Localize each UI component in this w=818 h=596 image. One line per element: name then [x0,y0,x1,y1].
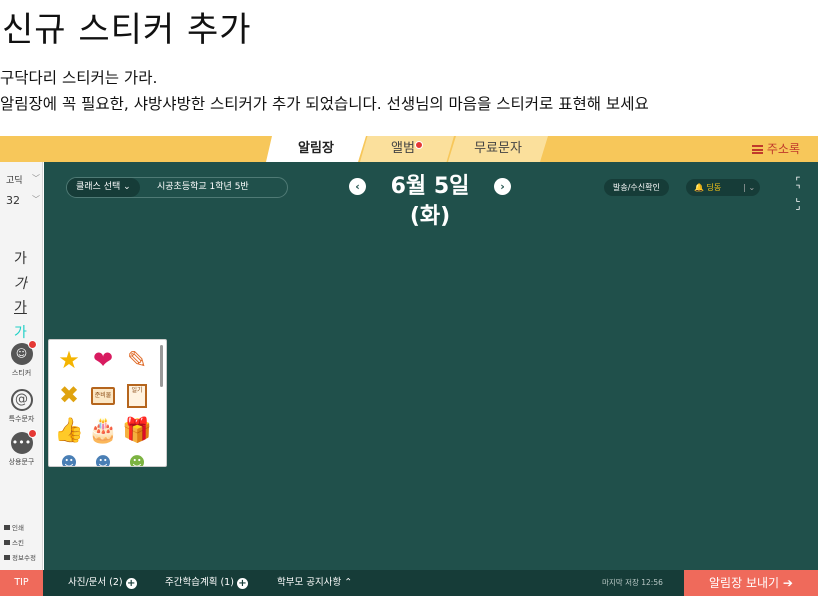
address-book-button[interactable]: 주소록 [751,136,800,162]
photo-doc-button[interactable]: 사진/문서 (2) + [68,570,137,596]
plus-icon: + [236,578,248,589]
info-edit-label: 정보수정 [12,554,36,562]
prev-date-button[interactable]: ‹ [349,178,366,195]
scrollbar[interactable] [160,345,163,387]
left-toolbar: 고딕 ﹀ 32 ﹀ 가 가 가 가 ☺ 스티커 @ 특수문자 ••• 상용문구 … [0,162,43,570]
sticker-label: 스티커 [11,369,32,377]
last-saved-text: 마지막 저장 12:56 [602,578,663,587]
special-char-label: 특수문자 [8,415,35,423]
chevron-down-icon: ﹀ [32,195,40,204]
diary-sticker-text: 일기 [127,384,147,408]
tab-album[interactable]: 앨범 [360,136,454,162]
chevron-right-icon: › [500,180,505,193]
new-badge-icon [27,429,37,438]
style-color-button[interactable]: 가 [14,322,27,342]
image-icon [4,540,10,545]
new-badge-icon [414,141,423,149]
class-select-label: 클래스 선택 [76,182,121,192]
cake-sticker-icon[interactable]: 🎂 [88,415,118,445]
tab-notice-label: 알림장 [298,141,334,156]
tab-free-sms-label: 무료문자 [474,141,522,156]
tip-button[interactable]: TIP [0,570,43,596]
tab-album-label: 앨범 [391,141,415,156]
info-edit-button[interactable]: 정보수정 [4,552,36,562]
info-icon [4,555,10,560]
font-family-value: 고딕 [6,176,23,186]
prep-sticker-icon[interactable]: 준비물 [88,380,118,410]
tab-free-sms[interactable]: 무료문자 [448,136,548,162]
description-line-1: 구닥다리 스티커는 가라. [0,69,158,87]
new-badge-icon [27,340,37,349]
sticker-button[interactable]: ☺ 스티커 [0,340,43,378]
prep-sticker-text: 준비물 [91,387,115,405]
heart-sticker-icon[interactable]: ❤ [88,345,118,375]
weekly-plan-button[interactable]: 주간학습계획 (1) + [165,570,248,596]
next-date-button[interactable]: › [494,178,511,195]
at-sign-icon: @ [10,389,33,411]
style-underline-button[interactable]: 가 [14,297,27,317]
parent-notice-label: 학부모 공지사항 [277,577,342,588]
special-char-button[interactable]: @ 특수문자 [0,389,43,424]
chevron-up-icon: ⌃ [344,577,353,588]
tab-notice[interactable]: 알림장 [266,136,366,162]
character-sticker-icon[interactable]: ☻ [88,448,118,466]
current-date: 6월 5일 (화) [390,174,470,229]
font-size-select[interactable]: 32 ﹀ [6,194,40,207]
arrow-right-icon: ➔ [782,576,793,590]
fullscreen-icon[interactable]: ⌜ ⌝ ⌞ ⌟ [790,176,808,211]
bell-label: 딩동 [706,183,722,192]
chevron-left-icon: ‹ [355,180,360,193]
weekly-plan-label: 주간학습계획 (1) [165,577,234,588]
page-title: 신규 스티커 추가 [2,10,252,50]
pencil-sticker-icon[interactable]: ✎ [122,345,152,375]
photo-doc-label: 사진/문서 (2) [68,577,123,588]
star-sticker-icon[interactable]: ★ [54,345,84,375]
skin-button[interactable]: 스킨 [4,537,24,547]
bottom-bar: TIP 사진/문서 (2) + 주간학습계획 (1) + 학부모 공지사항 ⌃ 마지… [0,570,818,596]
font-size-value: 32 [6,194,20,207]
menu-icon [751,145,763,154]
cross-sticker-icon[interactable]: ✖ [54,380,84,410]
style-regular-button[interactable]: 가 [14,248,27,268]
gift-sticker-icon[interactable]: 🎁 [122,415,152,445]
thumbs-up-sticker-icon[interactable]: 👍 [54,415,84,445]
common-phrase-label: 상용문구 [8,458,35,466]
common-phrase-button[interactable]: ••• 상용문구 [0,429,43,467]
print-button[interactable]: 인쇄 [4,522,24,532]
plus-icon: + [125,578,137,589]
description-line-2: 알림장에 꼭 필요한, 샤방샤방한 스티커가 추가 되었습니다. 선생님의 마음… [0,95,649,113]
sticker-panel: ★ ❤ ✎ ✖ 준비물 일기 👍 🎂 🎁 ☻ ☻ ☻ [48,339,167,467]
address-book-label: 주소록 [766,142,800,156]
smiley-icon: ☺ [10,340,37,365]
class-name: 시공초등학교 1학년 5반 [157,182,249,192]
character-sticker-icon[interactable]: ☻ [122,448,152,466]
send-notice-button[interactable]: 알림장 보내기 ➔ [684,570,818,596]
diary-sticker-icon[interactable]: 일기 [122,380,152,410]
printer-icon [4,525,10,530]
chevron-down-icon: | ⌄ [743,183,756,192]
class-selector: 클래스 선택 ⌄ 시공초등학교 1학년 5반 [66,177,288,198]
top-tab-bar: 앨범 무료문자 알림장 주소록 [0,136,818,162]
send-notice-label: 알림장 보내기 [709,576,780,590]
parent-notice-button[interactable]: 학부모 공지사항 ⌃ [277,570,352,596]
chevron-down-icon: ⌄ [123,182,131,192]
style-italic-button[interactable]: 가 [14,273,27,293]
bell-select[interactable]: 🔔 딩동 | ⌄ [686,179,760,196]
speech-bubble-icon: ••• [10,429,37,454]
class-select-button[interactable]: 클래스 선택 ⌄ [67,178,140,197]
font-family-select[interactable]: 고딕 ﹀ [6,173,40,186]
chevron-down-icon: ﹀ [32,174,40,183]
character-sticker-icon[interactable]: ☻ [54,448,84,466]
send-confirm-button[interactable]: 발송/수신확인 [604,179,669,196]
skin-label: 스킨 [12,539,24,547]
bell-icon: 🔔 [694,183,704,192]
print-label: 인쇄 [12,524,24,532]
